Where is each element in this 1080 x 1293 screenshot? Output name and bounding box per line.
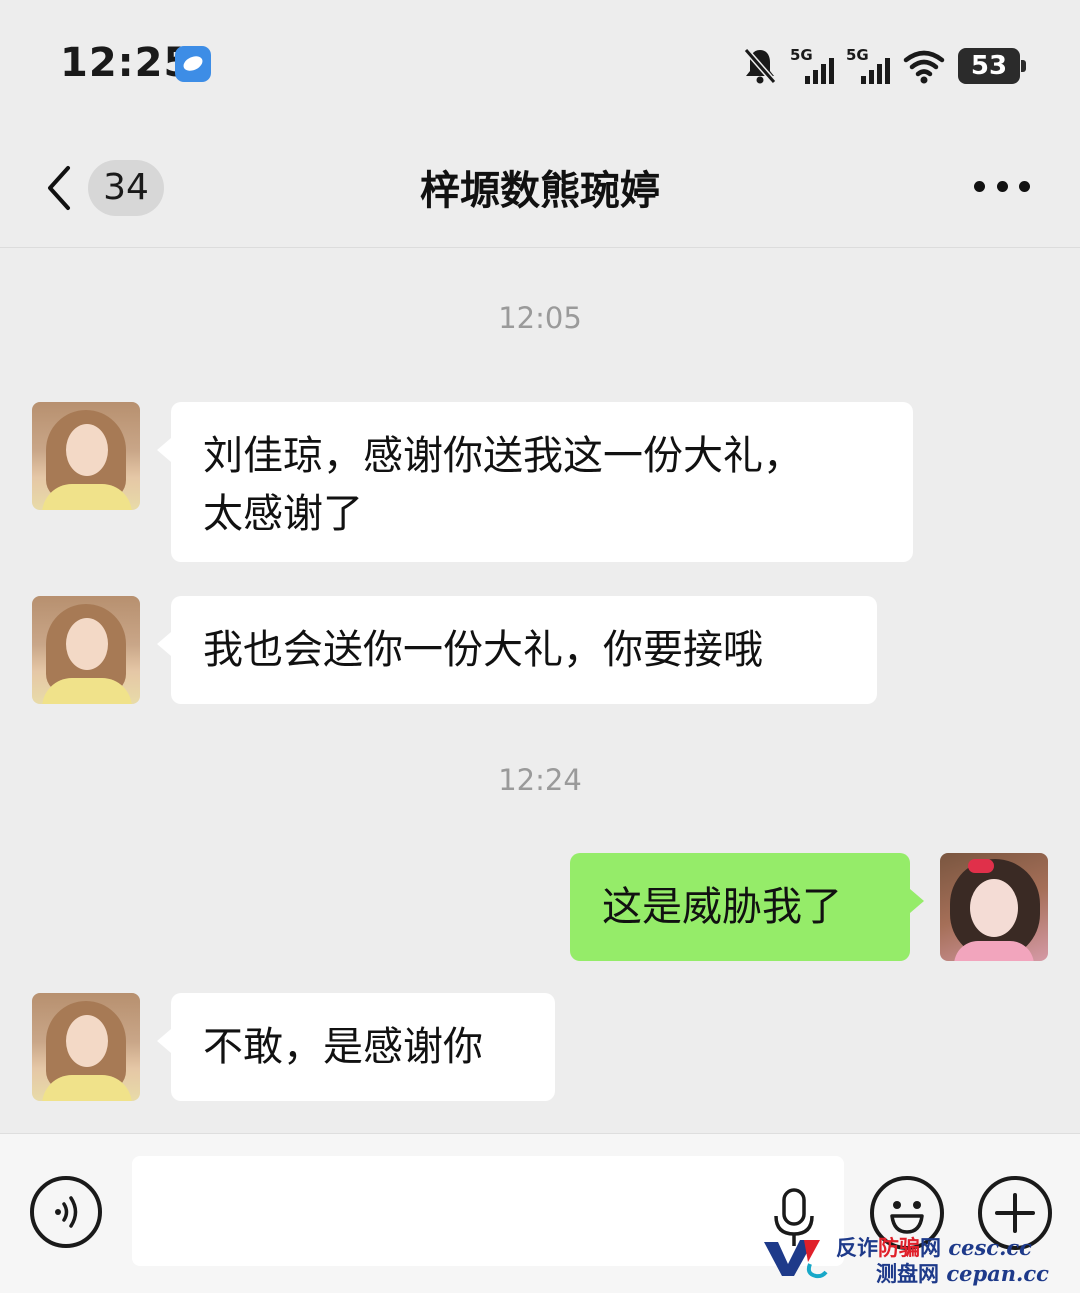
signal-5g-icon-2: 5G xyxy=(846,46,890,86)
voice-mode-button[interactable] xyxy=(30,1176,102,1248)
app-notification-icon xyxy=(175,46,211,82)
voice-wave-icon xyxy=(55,1196,78,1228)
message-text-line: 太感谢了 xyxy=(203,491,363,537)
message-text: 不敢，是感谢你 xyxy=(203,1024,483,1070)
incoming-message-bubble[interactable]: 我也会送你一份大礼，你要接哦 xyxy=(157,596,877,704)
message-text: 我也会送你一份大礼，你要接哦 xyxy=(203,627,763,673)
contact-avatar[interactable] xyxy=(32,596,140,704)
watermark-line-2: 测盘网 cepan.cc xyxy=(876,1261,1049,1286)
message-input[interactable] xyxy=(132,1156,844,1266)
message-text: 这是威胁我了 xyxy=(602,884,842,930)
status-icons: 5G 5G 53 xyxy=(742,44,1026,88)
unread-count-badge[interactable]: 34 xyxy=(88,160,164,216)
message-timestamp: 12:24 xyxy=(498,763,582,797)
signal-5g-icon-1: 5G xyxy=(790,46,834,86)
contact-avatar[interactable] xyxy=(32,402,140,510)
back-chevron-icon[interactable] xyxy=(40,160,80,216)
incoming-message-bubble[interactable]: 刘佳琼，感谢你送我这一份大礼， 太感谢了 xyxy=(157,402,913,562)
user-avatar[interactable] xyxy=(940,853,1048,961)
battery-level: 53 xyxy=(970,51,1008,81)
contact-avatar[interactable] xyxy=(32,993,140,1101)
status-time: 12:25 xyxy=(60,40,193,86)
incoming-message-bubble[interactable]: 不敢，是感谢你 xyxy=(157,993,555,1101)
message-text-line: 刘佳琼，感谢你送我这一份大礼， xyxy=(203,433,803,479)
wifi-icon xyxy=(903,50,945,84)
battery-icon: 53 xyxy=(958,48,1026,84)
bell-mute-icon xyxy=(743,48,777,84)
outgoing-message-bubble[interactable]: 这是威胁我了 xyxy=(570,853,924,961)
message-timestamp: 12:05 xyxy=(498,301,582,335)
anti-fraud-logo-icon xyxy=(764,1240,828,1279)
chat-header: 34 梓塬数熊琬婷 xyxy=(0,130,1080,248)
watermark: 反诈防骗网 cesc.cc 测盘网 cepan.cc xyxy=(760,1230,1060,1286)
more-options-icon[interactable] xyxy=(974,178,1030,194)
chat-title: 梓塬数熊琬婷 xyxy=(420,168,660,214)
status-bar: 12:25 5G 5G 53 xyxy=(0,0,1080,130)
